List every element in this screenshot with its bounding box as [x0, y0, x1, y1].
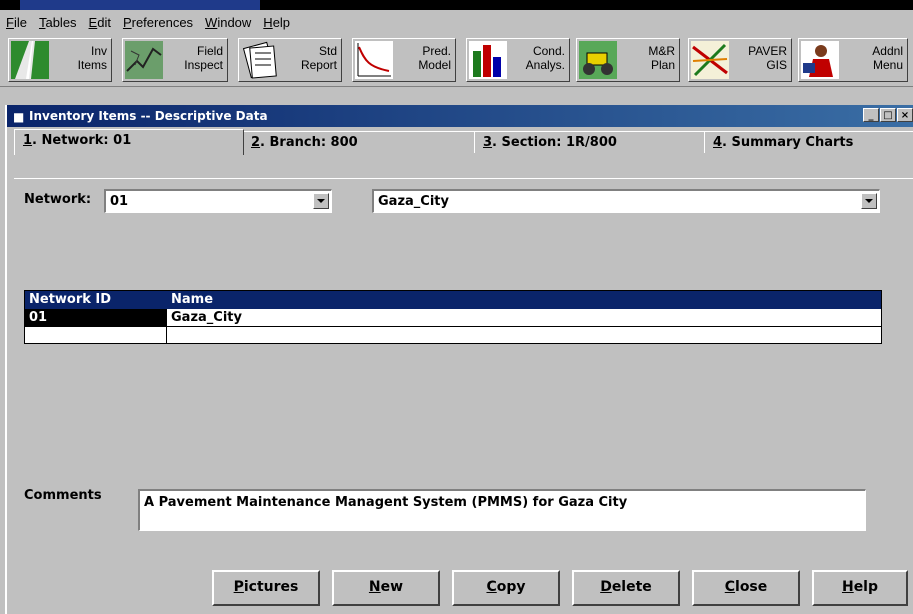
window-system-icon[interactable]: ■ [13, 110, 25, 124]
addnl-menu-button[interactable]: Addnl Menu [798, 38, 908, 82]
chevron-down-icon[interactable] [313, 193, 329, 209]
roller-truck-icon [579, 41, 617, 79]
network-label: Network: [24, 192, 92, 207]
prediction-curve-icon [355, 41, 393, 79]
menu-edit[interactable]: Edit [83, 15, 117, 30]
field-inspect-label: Field Inspect [184, 44, 223, 72]
pred-model-label: Pred. Model [418, 44, 451, 72]
mr-plan-button[interactable]: M&R Plan [576, 38, 680, 82]
menu-tables[interactable]: Tables [33, 15, 83, 30]
cond-analys-label: Cond. Analys. [525, 44, 565, 72]
addnl-menu-label: Addnl Menu [872, 44, 903, 72]
map-icon [691, 41, 729, 79]
network-name-value: Gaza_City [378, 194, 449, 209]
delete-button[interactable]: Delete [572, 570, 680, 606]
cond-analys-button[interactable]: Cond. Analys. [466, 38, 570, 82]
report-pages-icon [242, 41, 277, 79]
toolbar: Inv Items Field Inspect Std Report Pred.… [0, 36, 913, 87]
network-id-value: 01 [110, 194, 129, 209]
cell-network-id[interactable]: 01 [25, 309, 167, 326]
close-button[interactable]: Close [692, 570, 800, 606]
window-title-bar: ■ Inventory Items -- Descriptive Data _ … [7, 105, 913, 127]
menu-bar: File Tables Edit Preferences Window Help [0, 10, 913, 34]
close-window-button[interactable]: × [897, 108, 913, 122]
tab-section[interactable]: 3. Section: 1R/800 [474, 131, 708, 153]
copy-button[interactable]: Copy [452, 570, 560, 606]
std-report-label: Std Report [300, 44, 337, 72]
inv-items-label: Inv Items [77, 44, 107, 72]
menu-preferences[interactable]: Preferences [117, 15, 199, 30]
network-id-combo[interactable]: 01 [104, 189, 332, 213]
comments-field[interactable]: A Pavement Maintenance Managent System (… [138, 489, 866, 531]
paver-gis-button[interactable]: PAVER GIS [688, 38, 792, 82]
network-name-combo[interactable]: Gaza_City [372, 189, 880, 213]
tab-strip: 1. Network: 01 2. Branch: 800 3. Section… [14, 129, 913, 179]
chevron-down-icon[interactable] [861, 193, 877, 209]
cell-name[interactable]: Gaza_City [167, 309, 881, 326]
grid-header: Network ID Name [25, 291, 881, 309]
new-button[interactable]: New [332, 570, 440, 606]
inventory-window: ■ Inventory Items -- Descriptive Data _ … [5, 105, 913, 614]
field-inspect-button[interactable]: Field Inspect [122, 38, 228, 82]
app-title-strip [0, 0, 913, 10]
minimize-button[interactable]: _ [863, 108, 879, 122]
mr-plan-label: M&R Plan [648, 44, 675, 72]
tab-summary-charts[interactable]: 4. Summary Charts [704, 131, 913, 153]
paver-gis-label: PAVER GIS [748, 44, 787, 72]
pictures-button[interactable]: Pictures [212, 570, 320, 606]
person-menu-icon [801, 41, 839, 79]
tab-network[interactable]: 1. Network: 01 [14, 129, 244, 155]
tab-branch[interactable]: 2. Branch: 800 [242, 131, 478, 153]
help-button[interactable]: Help [812, 570, 908, 606]
menu-help[interactable]: Help [257, 15, 296, 30]
comments-value: A Pavement Maintenance Managent System (… [144, 495, 628, 510]
menu-window[interactable]: Window [199, 15, 257, 30]
maximize-button[interactable]: □ [880, 108, 896, 122]
std-report-button[interactable]: Std Report [238, 38, 342, 82]
menu-file[interactable]: File [0, 15, 33, 30]
bar-chart-icon [469, 41, 507, 79]
pred-model-button[interactable]: Pred. Model [352, 38, 456, 82]
column-header-name[interactable]: Name [167, 291, 467, 308]
window-title: Inventory Items -- Descriptive Data [29, 109, 268, 123]
inv-items-button[interactable]: Inv Items [8, 38, 112, 82]
column-header-network-id[interactable]: Network ID [25, 291, 167, 308]
road-icon [11, 41, 49, 79]
comments-label: Comments [24, 488, 102, 503]
cracked-pavement-icon [125, 41, 163, 79]
network-grid: Network ID Name 01 Gaza_City [24, 290, 882, 344]
